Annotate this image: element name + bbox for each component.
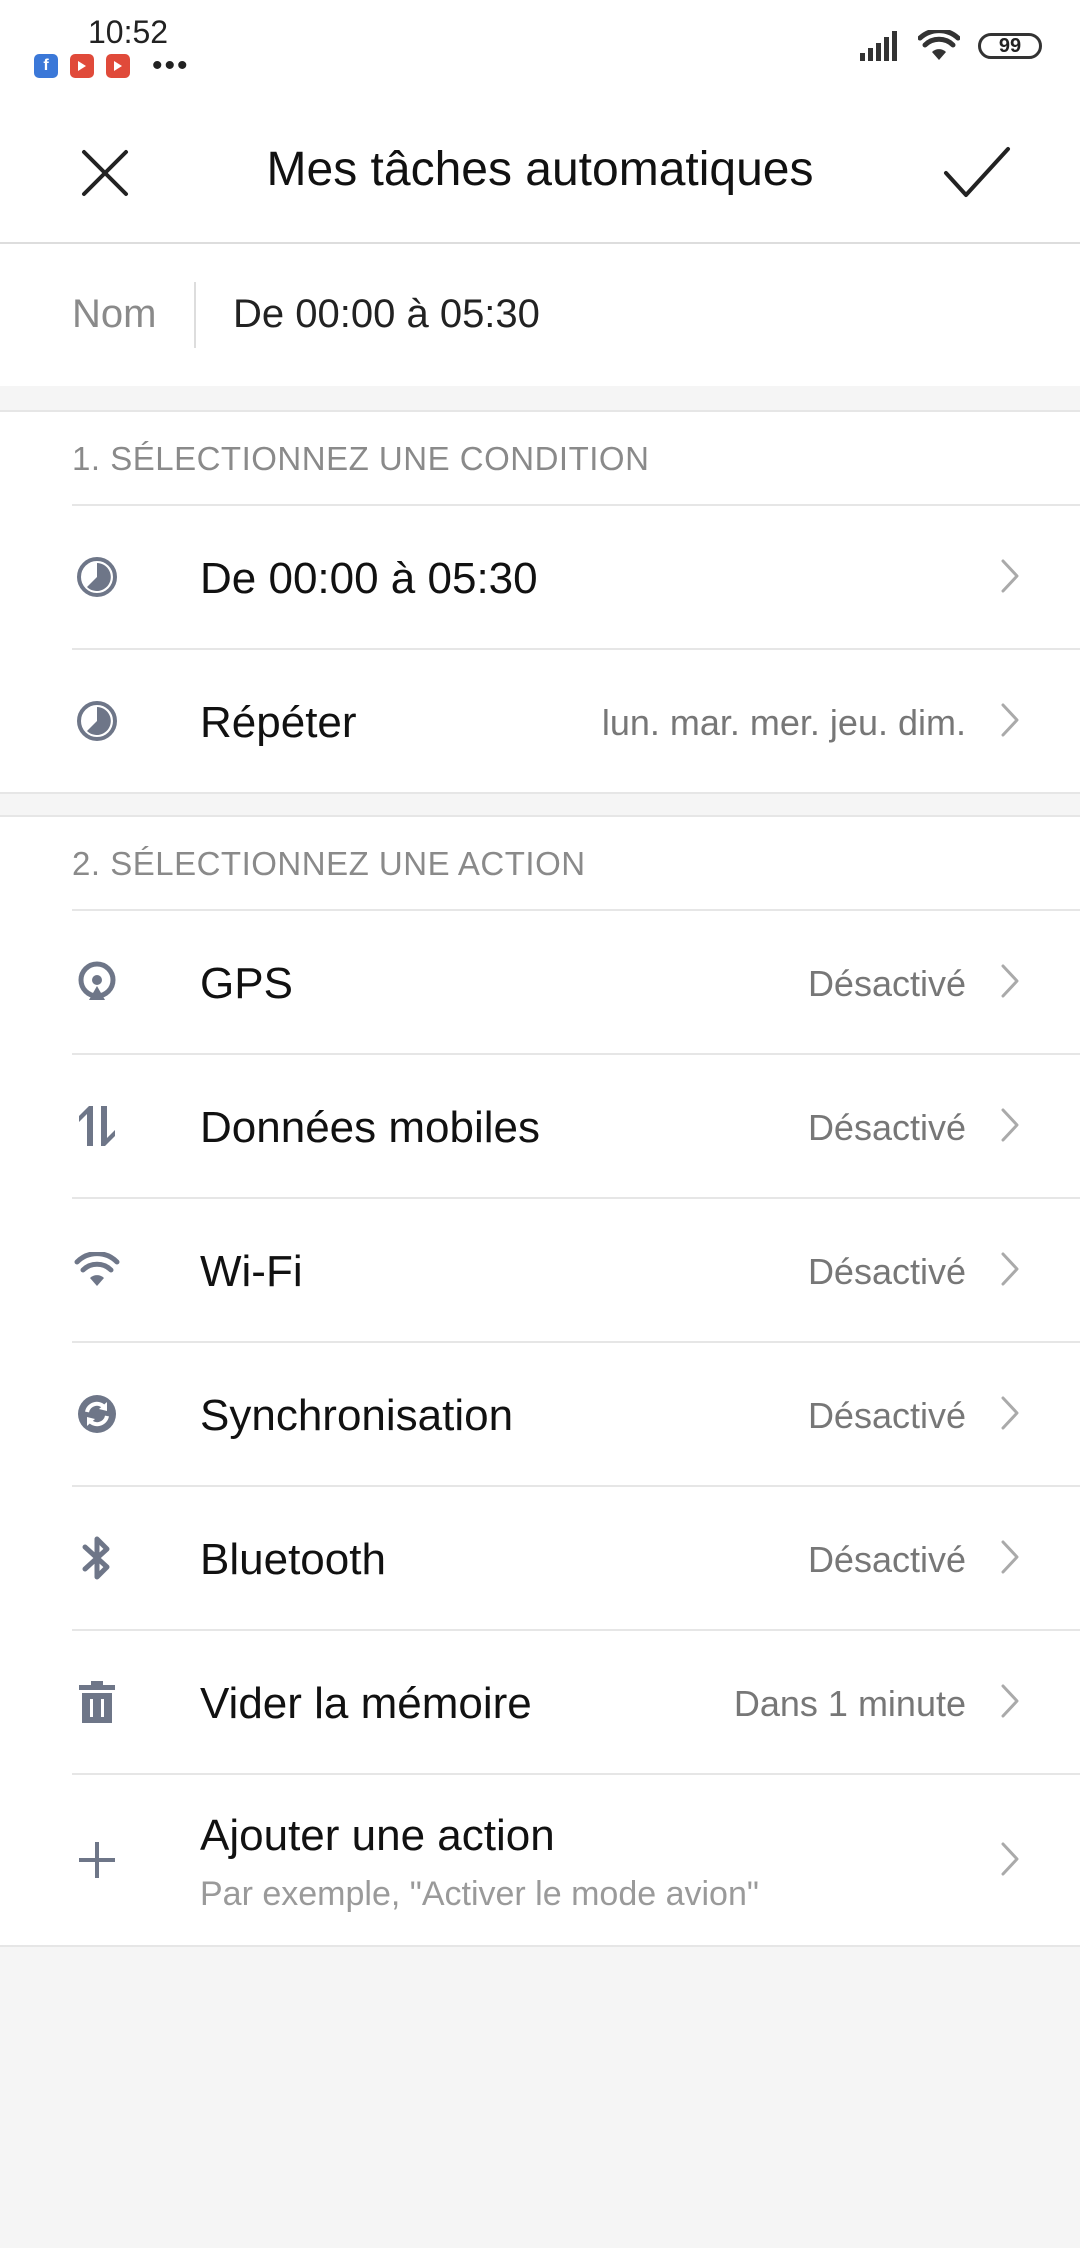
- status-time: 10:52: [88, 14, 169, 50]
- row-label: Vider la mémoire: [200, 1679, 532, 1728]
- bluetooth-icon: [72, 1533, 122, 1583]
- condition-section: 1. SÉLECTIONNEZ UNE CONDITION De 00:00 à…: [0, 410, 1080, 794]
- more-notifications-icon: •••: [152, 49, 190, 82]
- facebook-icon: f: [34, 54, 58, 78]
- chevron-right-icon: [992, 702, 1028, 738]
- row-label: Répéter: [200, 698, 357, 747]
- row-label: Bluetooth: [200, 1535, 386, 1584]
- action-section: 2. SÉLECTIONNEZ UNE ACTION GPS Désactivé…: [0, 815, 1080, 1947]
- row-value: Désactivé: [807, 1539, 966, 1580]
- action-row-gps[interactable]: GPS Désactivé: [72, 911, 1080, 1055]
- section-title: 1. SÉLECTIONNEZ UNE CONDITION: [72, 440, 650, 477]
- wifi-status-icon: [918, 30, 960, 60]
- plus-icon: [72, 1835, 122, 1885]
- add-action-hint: Par exemple, "Activer le mode avion": [200, 1875, 759, 1913]
- confirm-button[interactable]: [938, 134, 1016, 212]
- chevron-right-icon: [992, 1683, 1028, 1719]
- action-section-header: 2. SÉLECTIONNEZ UNE ACTION: [72, 817, 1080, 911]
- chevron-right-icon: [992, 1107, 1028, 1143]
- row-value: Désactivé: [807, 963, 966, 1004]
- chevron-right-icon: [992, 963, 1028, 999]
- action-row-bluetooth[interactable]: Bluetooth Désactivé: [72, 1487, 1080, 1631]
- app-header: Mes tâches automatiques: [0, 100, 1080, 244]
- status-right: 99: [860, 30, 1042, 62]
- row-label: Wi-Fi: [200, 1247, 303, 1296]
- action-row-mobile-data[interactable]: Données mobiles Désactivé: [72, 1055, 1080, 1199]
- notification-icons: f •••: [34, 49, 190, 82]
- name-field-row[interactable]: Nom De 00:00 à 05:30: [0, 244, 1080, 386]
- chevron-right-icon: [992, 1395, 1028, 1431]
- row-value: lun. mar. mer. jeu. dim.: [601, 702, 966, 743]
- row-value: Désactivé: [807, 1251, 966, 1292]
- action-row-sync[interactable]: Synchronisation Désactivé: [72, 1343, 1080, 1487]
- chevron-right-icon: [992, 1841, 1028, 1877]
- add-action-label: Ajouter une action: [200, 1811, 555, 1860]
- youtube-icon: [70, 54, 94, 78]
- action-row-clear-memory[interactable]: Vider la mémoire Dans 1 minute: [72, 1631, 1080, 1775]
- trash-icon: [72, 1677, 122, 1727]
- row-label: Synchronisation: [200, 1391, 514, 1440]
- gps-icon: [72, 957, 122, 1007]
- action-row-wifi[interactable]: Wi-Fi Désactivé: [72, 1199, 1080, 1343]
- clock-icon: [72, 696, 122, 746]
- chevron-right-icon: [992, 1251, 1028, 1287]
- row-label: GPS: [200, 959, 293, 1008]
- clock-icon: [72, 552, 122, 602]
- row-value: Désactivé: [807, 1107, 966, 1148]
- checkmark-icon: [944, 147, 1010, 197]
- youtube-icon: [106, 54, 130, 78]
- name-divider: [194, 282, 196, 348]
- name-label: Nom: [72, 292, 157, 336]
- sync-icon: [72, 1389, 122, 1439]
- condition-row-time[interactable]: De 00:00 à 05:30: [72, 506, 1080, 650]
- row-value: Désactivé: [807, 1395, 966, 1436]
- mobile-data-icon: [72, 1101, 122, 1151]
- page-title: Mes tâches automatiques: [266, 143, 814, 196]
- condition-row-repeat[interactable]: Répéter lun. mar. mer. jeu. dim.: [72, 650, 1080, 792]
- status-bar: 10:52 f ••• 99: [0, 0, 1080, 100]
- row-label: Données mobiles: [200, 1103, 540, 1152]
- condition-section-header: 1. SÉLECTIONNEZ UNE CONDITION: [72, 412, 1080, 506]
- row-value: Dans 1 minute: [733, 1683, 966, 1724]
- wifi-icon: [72, 1245, 122, 1295]
- section-title: 2. SÉLECTIONNEZ UNE ACTION: [72, 845, 586, 882]
- name-input[interactable]: De 00:00 à 05:30: [233, 292, 540, 337]
- row-label: De 00:00 à 05:30: [200, 554, 538, 603]
- battery-indicator: 99: [978, 33, 1042, 59]
- chevron-right-icon: [992, 558, 1028, 594]
- add-action-row[interactable]: Ajouter une action Par exemple, "Activer…: [72, 1775, 1080, 1945]
- chevron-right-icon: [992, 1539, 1028, 1575]
- signal-icon: [860, 31, 897, 61]
